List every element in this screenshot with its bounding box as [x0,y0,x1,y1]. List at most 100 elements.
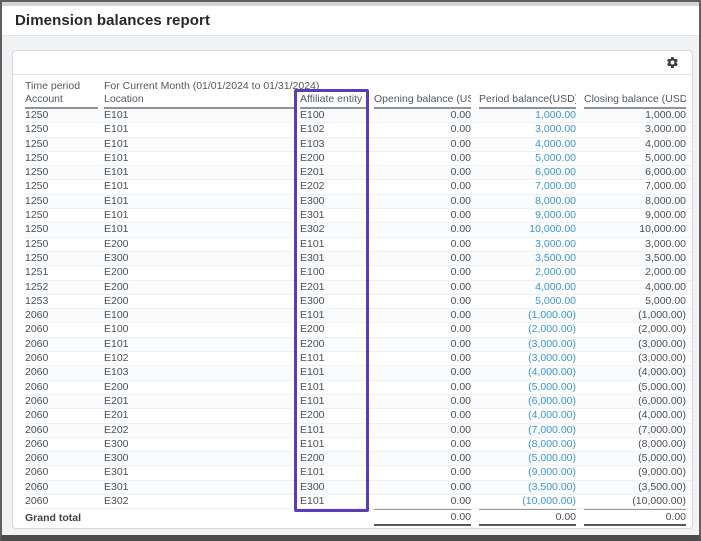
cell-account: 1252 [25,281,98,294]
table-row: 1251E200E1000.002,000.002,000.00 [25,266,693,280]
cell-closing: (8,000.00) [584,438,686,451]
table-row: 2060E201E1010.00(6,000.00)(6,000.00) [25,395,693,409]
cell-period[interactable]: 9,000.00 [479,209,576,222]
cell-closing: (6,000.00) [584,395,686,408]
column-header-account[interactable]: Account [25,93,98,109]
page-header: Dimension balances report [2,6,699,36]
cell-account: 2060 [25,323,98,336]
cell-period[interactable]: 3,000.00 [479,238,576,251]
cell-closing: 8,000.00 [584,195,686,208]
cell-opening: 0.00 [374,438,471,451]
cell-affiliate: E101 [300,381,368,394]
cell-account: 2060 [25,452,98,465]
gear-icon[interactable] [664,55,680,71]
cell-period[interactable]: 5,000.00 [479,152,576,165]
table-row: 2060E302E1010.00(10,000.00)(10,000.00) [25,495,693,509]
cell-period[interactable]: (4,000.00) [479,366,576,379]
cell-affiliate: E302 [300,223,368,236]
column-header-period-balance[interactable]: Period balance(USD) [479,93,576,109]
column-header-opening-balance[interactable]: Opening balance (USD) [374,93,471,109]
table-row: 2060E103E1010.00(4,000.00)(4,000.00) [25,366,693,380]
cell-affiliate: E100 [300,266,368,279]
cell-account: 1250 [25,152,98,165]
cell-location: E101 [104,180,294,193]
cell-opening: 0.00 [374,352,471,365]
table-row: 1250E101E3020.0010,000.0010,000.00 [25,223,693,237]
cell-period[interactable]: (6,000.00) [479,395,576,408]
cell-affiliate: E100 [300,109,368,122]
table-row: 2060E202E1010.00(7,000.00)(7,000.00) [25,424,693,438]
column-header-closing-balance[interactable]: Closing balance (USD) [584,93,686,109]
cell-period[interactable]: 3,000.00 [479,123,576,136]
cell-location: E201 [104,395,294,408]
cell-period[interactable]: (3,500.00) [479,481,576,494]
table-row: 2060E102E1010.00(3,000.00)(3,000.00) [25,352,693,366]
cell-opening: 0.00 [374,195,471,208]
table-row: 2060E300E2000.00(5,000.00)(5,000.00) [25,452,693,466]
cell-period[interactable]: 10,000.00 [479,223,576,236]
cell-period[interactable]: 1,000.00 [479,109,576,122]
cell-period[interactable]: (9,000.00) [479,466,576,479]
cell-location: E300 [104,452,294,465]
cell-location: E100 [104,309,294,322]
cell-period[interactable]: 4,000.00 [479,281,576,294]
cell-affiliate: E200 [300,152,368,165]
cell-period[interactable]: (3,000.00) [479,338,576,351]
cell-affiliate: E101 [300,238,368,251]
cell-opening: 0.00 [374,252,471,265]
table-row: 1250E101E1020.003,000.003,000.00 [25,123,693,137]
grand-total-opening: 0.00 [374,509,471,526]
cell-closing: 9,000.00 [584,209,686,222]
cell-closing: (5,000.00) [584,381,686,394]
cell-affiliate: E200 [300,338,368,351]
table-row: 1250E101E2010.006,000.006,000.00 [25,166,693,180]
cell-period[interactable]: 8,000.00 [479,195,576,208]
table-row: 2060E100E2000.00(2,000.00)(2,000.00) [25,323,693,337]
cell-account: 1251 [25,266,98,279]
table-row: 1250E101E3000.008,000.008,000.00 [25,195,693,209]
cell-location: E101 [104,209,294,222]
cell-period[interactable]: (5,000.00) [479,452,576,465]
cell-opening: 0.00 [374,452,471,465]
table-row: 1250E300E3010.003,500.003,500.00 [25,252,693,266]
cell-period[interactable]: 5,000.00 [479,295,576,308]
cell-period[interactable]: (1,000.00) [479,309,576,322]
cell-location: E300 [104,252,294,265]
cell-period[interactable]: (5,000.00) [479,381,576,394]
gear-icon-glyph [666,56,679,69]
cell-opening: 0.00 [374,223,471,236]
cell-period[interactable]: (2,000.00) [479,323,576,336]
cell-opening: 0.00 [374,123,471,136]
cell-period[interactable]: 7,000.00 [479,180,576,193]
time-period-value: For Current Month (01/01/2024 to 01/31/2… [104,80,686,92]
cell-period[interactable]: (10,000.00) [479,495,576,508]
cell-period[interactable]: (7,000.00) [479,424,576,437]
cell-location: E301 [104,481,294,494]
cell-location: E200 [104,295,294,308]
cell-account: 2060 [25,352,98,365]
column-header-location[interactable]: Location [104,93,294,109]
report-toolbar [13,51,692,75]
cell-closing: 3,500.00 [584,252,686,265]
cell-opening: 0.00 [374,209,471,222]
cell-period[interactable]: (4,000.00) [479,409,576,422]
cell-account: 2060 [25,309,98,322]
cell-period[interactable]: 4,000.00 [479,138,576,151]
cell-period[interactable]: 3,500.00 [479,252,576,265]
cell-period[interactable]: 2,000.00 [479,266,576,279]
cell-opening: 0.00 [374,481,471,494]
cell-closing: (5,000.00) [584,452,686,465]
cell-affiliate: E200 [300,323,368,336]
cell-location: E101 [104,123,294,136]
cell-account: 1250 [25,180,98,193]
cell-account: 2060 [25,424,98,437]
cell-period[interactable]: (3,000.00) [479,352,576,365]
cell-period[interactable]: (8,000.00) [479,438,576,451]
cell-affiliate: E103 [300,138,368,151]
table-row: 1250E200E1010.003,000.003,000.00 [25,238,693,252]
cell-affiliate: E101 [300,438,368,451]
cell-opening: 0.00 [374,238,471,251]
table-row: 1252E200E2010.004,000.004,000.00 [25,281,693,295]
column-header-affiliate-entity[interactable]: Affiliate entity [300,93,368,109]
cell-period[interactable]: 6,000.00 [479,166,576,179]
